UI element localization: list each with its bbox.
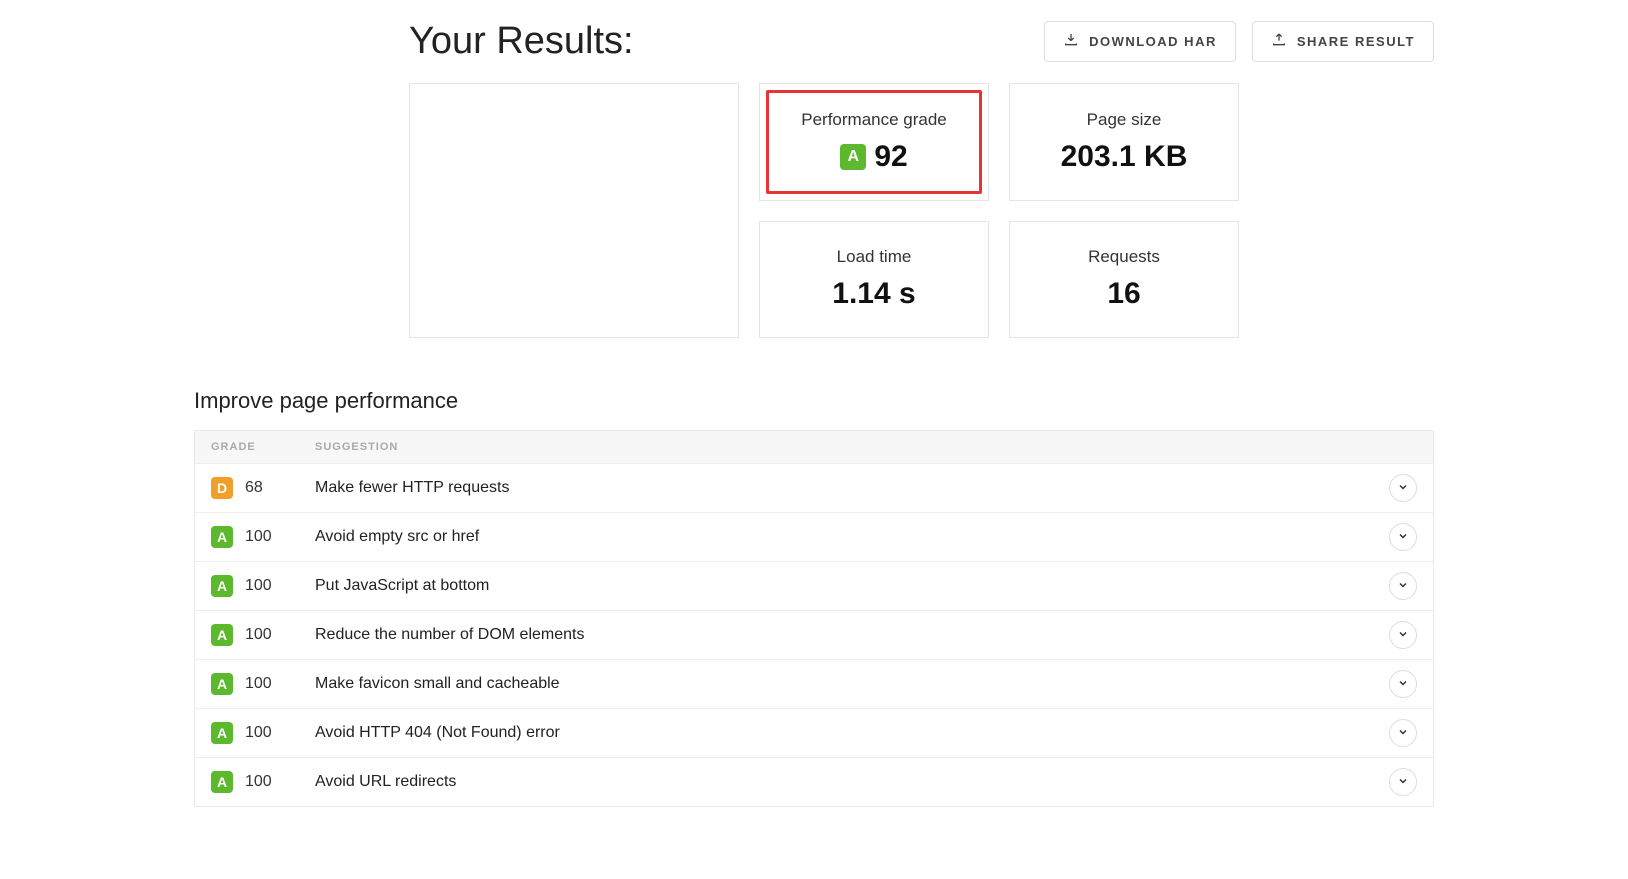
table-row[interactable]: A 100 Make favicon small and cacheable (195, 659, 1433, 708)
row-suggestion: Put JavaScript at bottom (315, 577, 1389, 595)
table-header: GRADE SUGGESTION (195, 431, 1433, 463)
page-size-value: 203.1 KB (1061, 140, 1188, 174)
download-har-button[interactable]: DOWNLOAD HAR (1044, 21, 1236, 62)
chevron-down-icon (1397, 579, 1409, 594)
row-grade-cell: A 100 (211, 673, 315, 695)
row-suggestion: Avoid HTTP 404 (Not Found) error (315, 724, 1389, 742)
row-suggestion: Make favicon small and cacheable (315, 675, 1389, 693)
expand-button[interactable] (1389, 572, 1417, 600)
expand-button[interactable] (1389, 621, 1417, 649)
download-har-label: DOWNLOAD HAR (1089, 34, 1217, 49)
performance-grade-label: Performance grade (801, 110, 947, 130)
table-row[interactable]: A 100 Avoid URL redirects (195, 757, 1433, 806)
page-title: Your Results: (409, 20, 634, 63)
improve-section-heading: Improve page performance (194, 388, 1434, 414)
grade-badge: A (211, 575, 233, 597)
row-score: 100 (245, 724, 272, 742)
chevron-down-icon (1397, 530, 1409, 545)
grade-badge: A (211, 624, 233, 646)
column-header-grade: GRADE (211, 441, 315, 453)
row-suggestion: Avoid empty src or href (315, 528, 1389, 546)
share-icon (1271, 32, 1287, 51)
action-buttons: DOWNLOAD HAR SHARE RESULT (1044, 21, 1434, 62)
metrics-grid: Performance grade A 92 Page size 203.1 K… (759, 83, 1239, 338)
expand-button[interactable] (1389, 474, 1417, 502)
row-grade-cell: A 100 (211, 575, 315, 597)
load-time-label: Load time (837, 247, 912, 267)
chevron-down-icon (1397, 677, 1409, 692)
row-grade-cell: A 100 (211, 526, 315, 548)
page-size-label: Page size (1087, 110, 1162, 130)
expand-button[interactable] (1389, 768, 1417, 796)
row-score: 100 (245, 626, 272, 644)
grade-badge: A (211, 526, 233, 548)
suggestions-table: GRADE SUGGESTION D 68 Make fewer HTTP requ… (194, 430, 1434, 807)
row-grade-cell: D 68 (211, 477, 315, 499)
requests-value: 16 (1107, 277, 1140, 311)
performance-grade-card: Performance grade A 92 (759, 83, 989, 201)
row-score: 100 (245, 675, 272, 693)
load-time-value: 1.14 s (832, 277, 915, 311)
share-result-button[interactable]: SHARE RESULT (1252, 21, 1434, 62)
chevron-down-icon (1397, 775, 1409, 790)
row-score: 100 (245, 528, 272, 546)
column-header-suggestion: SUGGESTION (315, 441, 1417, 453)
load-time-card: Load time 1.14 s (759, 221, 989, 339)
row-suggestion: Make fewer HTTP requests (315, 479, 1389, 497)
table-row[interactable]: D 68 Make fewer HTTP requests (195, 463, 1433, 512)
expand-button[interactable] (1389, 670, 1417, 698)
download-icon (1063, 32, 1079, 51)
requests-card: Requests 16 (1009, 221, 1239, 339)
table-row[interactable]: A 100 Avoid HTTP 404 (Not Found) error (195, 708, 1433, 757)
grade-badge: A (211, 673, 233, 695)
row-score: 100 (245, 773, 272, 791)
grade-badge: A (211, 722, 233, 744)
page-size-card: Page size 203.1 KB (1009, 83, 1239, 201)
expand-button[interactable] (1389, 523, 1417, 551)
table-row[interactable]: A 100 Avoid empty src or href (195, 512, 1433, 561)
row-grade-cell: A 100 (211, 722, 315, 744)
row-grade-cell: A 100 (211, 771, 315, 793)
requests-label: Requests (1088, 247, 1160, 267)
chevron-down-icon (1397, 726, 1409, 741)
share-result-label: SHARE RESULT (1297, 34, 1415, 49)
row-suggestion: Reduce the number of DOM elements (315, 626, 1389, 644)
row-suggestion: Avoid URL redirects (315, 773, 1389, 791)
row-score: 68 (245, 479, 263, 497)
grade-badge: A (840, 144, 866, 170)
chevron-down-icon (1397, 481, 1409, 496)
performance-grade-value: 92 (874, 140, 907, 174)
chevron-down-icon (1397, 628, 1409, 643)
page-preview-placeholder (409, 83, 739, 338)
expand-button[interactable] (1389, 719, 1417, 747)
row-score: 100 (245, 577, 272, 595)
grade-badge: D (211, 477, 233, 499)
table-row[interactable]: A 100 Put JavaScript at bottom (195, 561, 1433, 610)
table-row[interactable]: A 100 Reduce the number of DOM elements (195, 610, 1433, 659)
row-grade-cell: A 100 (211, 624, 315, 646)
grade-badge: A (211, 771, 233, 793)
